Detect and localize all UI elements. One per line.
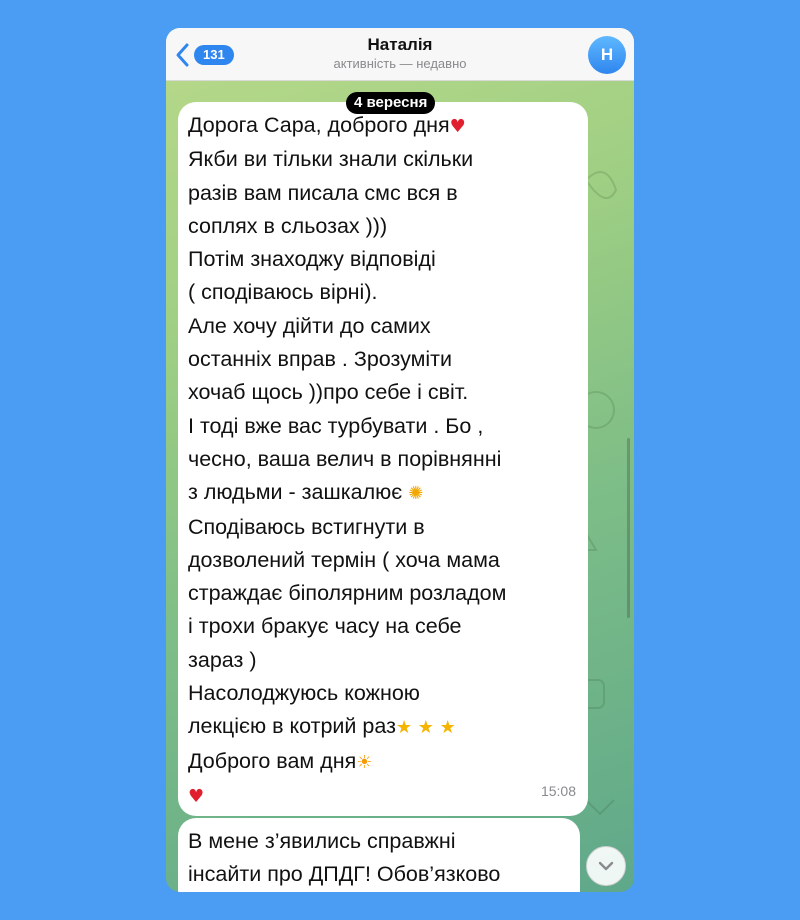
message-line: Але хочу дійти до самих <box>188 313 431 338</box>
message-bubble[interactable]: В мене з’явились справжні інсайти про ДП… <box>178 818 580 892</box>
chat-header: 131 Наталія активність — недавно Н <box>166 28 634 81</box>
message-time: 15:08 <box>540 782 576 799</box>
message-line: страждає біполярним розладом <box>188 581 507 606</box>
message-line: В мене з’явились справжні <box>188 829 456 853</box>
message-line: з людьми - зашкалює ✺ <box>188 480 424 505</box>
message-line: зараз ) <box>188 647 257 672</box>
chat-window: 131 Наталія активність — недавно Н 4 вер… <box>166 28 634 892</box>
message-line: ♥ <box>188 779 586 813</box>
message-line: І тоді вже вас турбувати . Бо , <box>188 413 484 438</box>
message-line: ( сподіваюсь вірні). <box>188 280 378 305</box>
message-line: соплях в сльозах ))) <box>188 213 388 238</box>
dizzy-emoji-icon: ✺ <box>408 483 424 505</box>
scroll-down-button[interactable] <box>586 846 626 886</box>
chevron-down-icon <box>598 861 614 871</box>
glowing-star-emoji-icon: ★ ★ ★ <box>395 717 456 739</box>
avatar[interactable]: Н <box>588 36 626 74</box>
message-line: чесно, ваша велич в порівнянні <box>188 446 502 471</box>
message-text: В мене з’явились справжні інсайти про ДП… <box>188 825 578 892</box>
message-line: Доброго вам дня☀ <box>188 748 373 773</box>
message-line: Дорога Сара, доброго дня♥ <box>188 113 466 137</box>
message-line: дозволений термін ( хоча мама <box>188 547 500 572</box>
red-heart-emoji-icon: ♥ <box>188 785 205 807</box>
message-text: Дорога Сара, доброго дня♥ Якби ви тільки… <box>188 109 586 813</box>
message-line: разів вам писала смс вся в <box>188 180 458 205</box>
message-line: Сподіваюсь встигнути в <box>188 514 425 539</box>
screenshot-frame: 131 Наталія активність — недавно Н 4 вер… <box>0 0 800 920</box>
message-line: останніх вправ . Зрозуміти <box>188 347 453 372</box>
chat-title-area[interactable]: Наталія активність — недавно <box>166 34 634 73</box>
message-line: інсайти про ДПДГ! Обов’язково <box>188 862 501 887</box>
message-line: Насолоджуюсь кожною <box>188 681 420 706</box>
message-line: Потім знаходжу відповіді <box>188 247 436 272</box>
message-line: хочаб щось ))про себе і світ. <box>188 380 469 405</box>
chat-status: активність — недавно <box>333 56 467 71</box>
message-bubble[interactable]: Дорога Сара, доброго дня♥ Якби ви тільки… <box>178 102 588 816</box>
message-line: лекцією в котрий раз★ ★ ★ <box>188 714 456 739</box>
message-line: і трохи бракує часу на себе <box>188 614 462 639</box>
message-line: Якби ви тільки знали скільки <box>188 147 474 172</box>
sun-emoji-icon: ☀ <box>356 751 373 773</box>
red-heart-emoji-icon: ♥ <box>449 116 466 137</box>
date-separator: 4 вересня <box>346 92 436 114</box>
scrollbar[interactable] <box>627 438 630 618</box>
chat-title: Наталія <box>367 35 433 54</box>
